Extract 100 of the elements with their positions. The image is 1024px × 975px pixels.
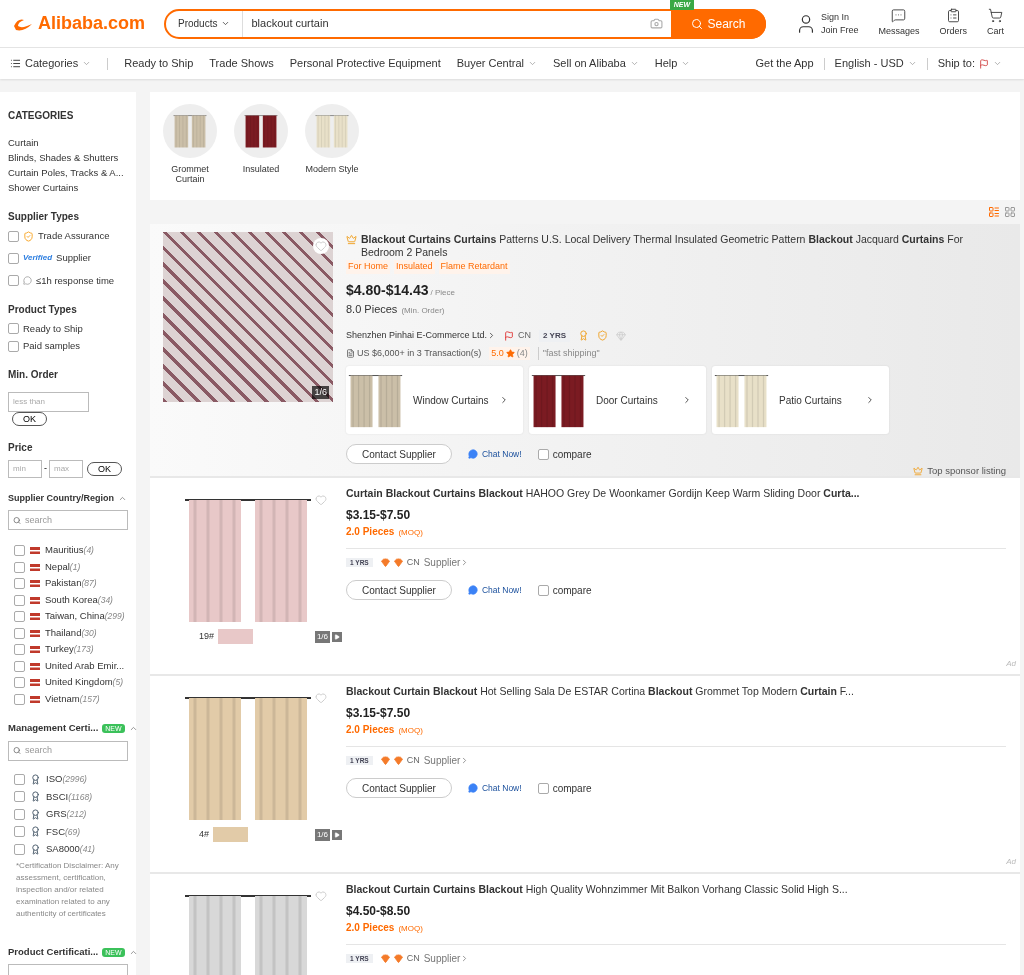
play-icon[interactable] [332, 829, 342, 840]
search-input[interactable]: search [25, 743, 123, 758]
country-label[interactable]: United Kingdom(5) [45, 675, 123, 690]
compare-label[interactable]: compare [552, 582, 592, 598]
checkbox[interactable] [14, 627, 25, 639]
country-label[interactable]: Vietnam(157) [45, 691, 100, 707]
product-title[interactable]: Blackout Curtains Curtains Patterns U.S. Local Delivery Thermal Insulated Geometric Pattern Blackout Jacquard Curtains For Bedroom 2 Panels [361, 233, 1006, 259]
country-label[interactable]: Pakistan(87) [45, 576, 97, 591]
category-link[interactable]: Blinds, Shades & Shutters [8, 150, 128, 165]
category-link[interactable]: Curtain Poles, Tracks & A... [8, 165, 128, 180]
checkbox[interactable] [14, 545, 25, 556]
min-price-field[interactable]: min [8, 459, 42, 478]
nav-link[interactable]: Ship to: [937, 55, 1002, 72]
orders-link[interactable]: Orders [939, 8, 967, 39]
country-label[interactable]: Mauritius(4) [45, 543, 94, 558]
filter-label[interactable]: ≤1h response time [36, 273, 115, 288]
checkbox[interactable] [14, 644, 25, 655]
country-label[interactable]: Taiwan, China(299) [45, 609, 125, 624]
related-category-card[interactable]: Door Curtains [529, 366, 706, 434]
color-swatch[interactable] [213, 827, 248, 842]
supplier-link[interactable]: Supplier [423, 753, 470, 768]
nav-link[interactable]: Categories [10, 55, 92, 72]
checkbox[interactable] [8, 340, 19, 352]
filter-label[interactable]: Paid samples [23, 339, 81, 354]
product-title[interactable]: Blackout Curtain Blackout Hot Selling Sala De ESTAR Cortina Blackout Grommet Top Modern Curtain F... [346, 685, 854, 698]
checkbox[interactable] [8, 252, 19, 264]
messages-link[interactable]: Messages [878, 8, 920, 39]
checkbox[interactable] [8, 230, 19, 242]
filter-label[interactable]: Trade Assurance [38, 229, 110, 244]
country-label[interactable]: Thailand(30) [45, 625, 97, 641]
nav-link[interactable]: Help [654, 55, 691, 72]
nav-link[interactable]: Personal Protective Equipment [289, 55, 441, 72]
checkbox[interactable] [14, 808, 25, 820]
chevron-up-icon[interactable] [118, 494, 127, 503]
product-title[interactable]: Blackout Curtain Curtains Blackout High Quality Wohnzimmer Mit Balkon Vorhang Classic Solid High S... [346, 883, 848, 896]
checkbox[interactable] [14, 773, 25, 785]
category-link[interactable]: Shower Curtains [8, 180, 128, 195]
join-free-link[interactable]: Join Free [820, 23, 859, 37]
category-link[interactable]: Curtain [8, 135, 128, 150]
chat-now-link[interactable]: Chat Now! [467, 583, 522, 597]
related-category-card[interactable]: Window Curtains [346, 366, 523, 434]
country-label[interactable]: South Korea(34) [45, 592, 113, 608]
cart-link[interactable]: Cart [987, 8, 1004, 39]
search-field[interactable]: search [8, 510, 128, 531]
chat-now-link[interactable]: Chat Now! [467, 447, 522, 461]
supplier-link[interactable]: Shenzhen Pinhai E-Commerce Ltd. [346, 329, 497, 343]
search-bar[interactable]: Products blackout curtain Search [164, 8, 766, 39]
nav-link[interactable]: Sell on Alibaba [553, 55, 639, 72]
checkbox[interactable] [14, 693, 25, 705]
certificate-label[interactable]: SA8000(41) [46, 842, 95, 857]
contact-supplier-button[interactable]: Contact Supplier [346, 778, 452, 798]
country-label[interactable]: United Arab Emir... [45, 658, 125, 674]
search-field[interactable]: blackout curtain [243, 15, 650, 32]
checkbox[interactable] [8, 323, 19, 335]
play-icon[interactable] [332, 631, 342, 642]
country-label[interactable]: Nepal(1) [45, 559, 81, 575]
nav-link[interactable]: English - USD [834, 55, 917, 72]
photo-placeholder[interactable] [163, 232, 333, 402]
supplier-link[interactable]: Supplier [423, 555, 470, 570]
checkbox[interactable] [14, 561, 25, 573]
country-label[interactable]: Turkey(173) [45, 642, 94, 657]
min-order-field[interactable]: less than [8, 391, 89, 412]
nav-link[interactable]: Ready to Ship [124, 55, 194, 72]
nav-link[interactable]: Buyer Central [456, 55, 537, 72]
sign-in-link[interactable]: Sign In [820, 10, 859, 24]
filter-label[interactable]: Ready to Ship [23, 321, 83, 336]
chat-now-link[interactable]: Chat Now! [467, 781, 522, 795]
nav-link[interactable]: Get the App [755, 55, 814, 72]
supplier-link[interactable]: Supplier [423, 951, 470, 966]
compare-checkbox[interactable] [537, 584, 549, 596]
compare-checkbox[interactable] [537, 782, 549, 794]
checkbox[interactable] [14, 578, 25, 589]
compare-label[interactable]: compare [552, 446, 592, 462]
certificate-label[interactable]: ISO(2996) [46, 772, 87, 787]
checkbox[interactable] [14, 660, 25, 672]
grid-view-icon[interactable] [1004, 206, 1016, 218]
related-category-card[interactable]: Patio Curtains [712, 366, 889, 434]
checkbox[interactable] [14, 677, 25, 688]
checkbox[interactable] [14, 594, 25, 606]
search-field[interactable]: search [8, 740, 128, 761]
checkbox[interactable] [8, 275, 19, 287]
search-input[interactable]: search [25, 513, 123, 527]
checkbox[interactable] [14, 843, 25, 855]
contact-supplier-button[interactable]: Contact Supplier [346, 580, 452, 600]
certificate-label[interactable]: GRS(212) [46, 807, 87, 822]
color-swatch[interactable] [218, 629, 254, 644]
camera-icon[interactable] [650, 17, 663, 30]
product-title[interactable]: Curtain Blackout Curtains Blackout HAHOO Grey De Woonkamer Gordijn Keep Warm Sliding Door Curta... [346, 487, 860, 500]
list-view-icon[interactable] [988, 206, 1000, 218]
compare-label[interactable]: compare [552, 780, 592, 796]
certificate-label[interactable]: BSCI(1168) [46, 789, 93, 804]
checkbox[interactable] [14, 611, 25, 622]
filter-label[interactable]: Supplier [56, 251, 91, 266]
contact-supplier-button[interactable]: Contact Supplier [346, 444, 452, 464]
max-price-field[interactable]: max [49, 459, 83, 478]
compare-checkbox[interactable] [537, 448, 549, 460]
checkbox[interactable] [14, 791, 25, 803]
category-select[interactable]: Products [166, 10, 244, 37]
checkbox[interactable] [14, 826, 25, 838]
certificate-label[interactable]: FSC(69) [46, 824, 81, 839]
